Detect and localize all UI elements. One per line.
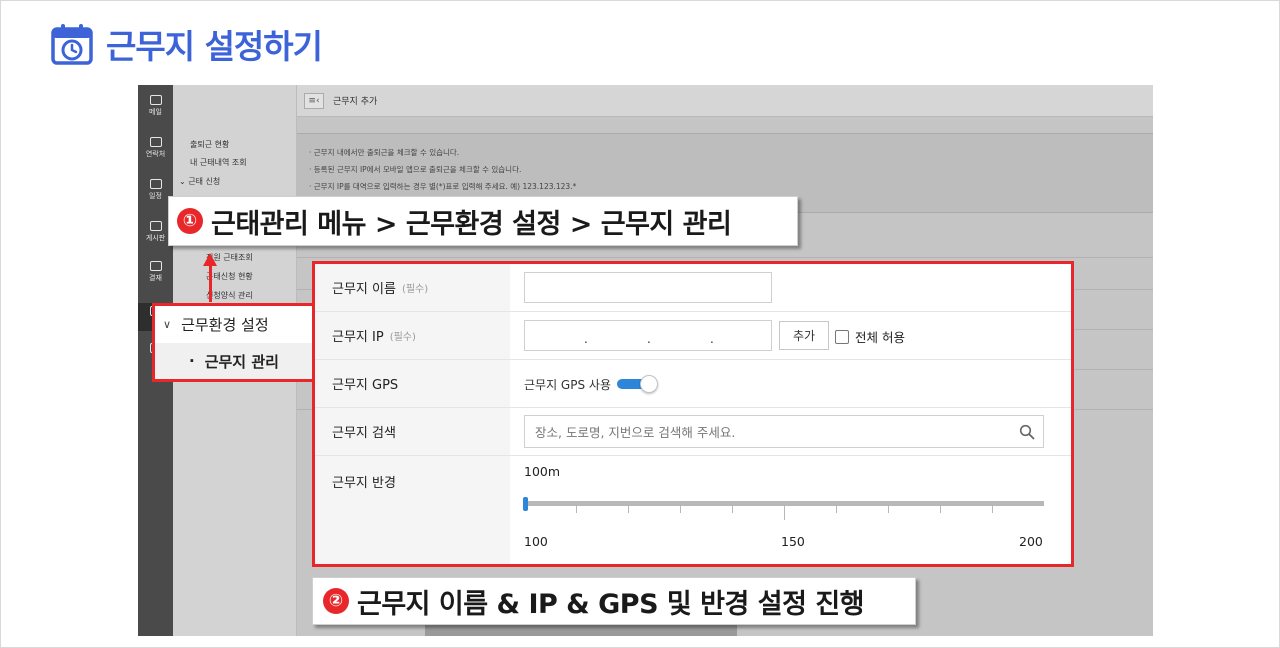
step1-text: 근태관리 메뉴 > 근무환경 설정 > 근무지 관리: [211, 208, 732, 240]
search-icon[interactable]: [1019, 424, 1035, 440]
sidebar-item-attendance-request[interactable]: ⌄ 근태 신청: [179, 176, 220, 187]
radius-slider-handle[interactable]: [523, 497, 528, 511]
slider-tick: [680, 506, 681, 513]
menu-zoom-box: ∨ 근무환경 설정 · 근무지 관리: [152, 303, 316, 382]
page-header: 근무지 설정하기: [50, 20, 323, 68]
app-topbar: ≡‹ 근무지 추가: [297, 85, 1153, 117]
arrow-line: [209, 264, 212, 302]
notice-line: · 근무지 내에서만 출퇴근을 체크할 수 있습니다.: [309, 148, 460, 157]
rail-item-mail[interactable]: 메일: [138, 95, 173, 117]
workplace-name-input[interactable]: [524, 272, 772, 303]
toggle-knob: [639, 375, 658, 393]
menu-item-label: 근무지 관리: [204, 352, 279, 371]
notice-line: · 등록된 근무지 IP에서 모바일 앱으로 출퇴근을 체크할 수 있습니다.: [309, 165, 522, 174]
mail-icon: [149, 95, 162, 105]
search-label: 근무지 검색: [315, 408, 510, 455]
gps-label: 근무지 GPS: [315, 360, 510, 407]
ip-separator: .: [584, 332, 588, 346]
sidebar-item-my-attendance[interactable]: 내 근태내역 조회: [190, 157, 247, 168]
calendar-clock-icon: [51, 24, 93, 65]
slider-tick: [940, 506, 941, 513]
slider-tick: [732, 506, 733, 513]
scale-max-label: 200: [1019, 534, 1043, 549]
gps-toggle-label: 근무지 GPS 사용: [524, 377, 611, 392]
bullet-icon: ·: [189, 352, 195, 370]
slider-tick: [784, 506, 785, 520]
scale-min-label: 100: [524, 534, 548, 549]
gps-toggle-switch[interactable]: [616, 375, 658, 393]
gps-setting: 근무지 GPS 사용: [524, 375, 658, 393]
workplace-settings-form: 근무지 이름 (필수) 근무지 IP (필수) . . . 추가 전체 허용 근: [312, 261, 1074, 567]
form-row-gps: 근무지 GPS 근무지 GPS 사용: [315, 360, 1071, 408]
name-label: 근무지 이름 (필수): [315, 264, 510, 311]
clipboard-icon: [149, 221, 162, 231]
allow-all-checkbox[interactable]: 전체 허용: [835, 327, 905, 346]
slider-tick: [992, 506, 993, 513]
rail-item-contacts[interactable]: 연락처: [138, 137, 173, 159]
rail-item-approval[interactable]: 결재: [138, 261, 173, 283]
ip-label: 근무지 IP (필수): [315, 312, 510, 359]
slider-tick: [836, 506, 837, 513]
search-placeholder: 장소, 도로명, 지번으로 검색해 주세요.: [535, 425, 736, 440]
form-row-radius: 근무지 반경 100m 100 150 200: [315, 456, 1071, 564]
sidebar-item-checkin-status[interactable]: 출퇴근 현황: [190, 139, 229, 150]
ip-separator: .: [647, 332, 651, 346]
notice-line: · 근무지 IP를 대역으로 입력하는 경우 별(*)표로 입력해 주세요. 예…: [309, 182, 577, 191]
page-title: 근무지 설정하기: [106, 27, 323, 66]
topbar-title: 근무지 추가: [333, 97, 378, 107]
form-row-search: 근무지 검색 장소, 도로명, 지번으로 검색해 주세요.: [315, 408, 1071, 456]
step2-number-badge: ②: [323, 588, 349, 614]
step1-callout: ① 근태관리 메뉴 > 근무환경 설정 > 근무지 관리: [168, 196, 798, 246]
menu-group-work-environment[interactable]: ∨ 근무환경 설정: [155, 306, 313, 343]
ip-separator: .: [710, 332, 714, 346]
radius-setting: 100m 100 150 200: [510, 456, 1071, 564]
radius-label: 근무지 반경: [315, 456, 510, 564]
scale-mid-label: 150: [781, 534, 805, 549]
menu-item-workplace-management[interactable]: · 근무지 관리: [155, 343, 313, 379]
add-ip-button[interactable]: 추가: [779, 321, 829, 350]
slider-tick: [628, 506, 629, 513]
step2-text: 근무지 이름 & IP & GPS 및 반경 설정 진행: [357, 588, 865, 620]
chevron-down-icon: ∨: [163, 318, 172, 331]
form-row-ip: 근무지 IP (필수) . . . 추가 전체 허용: [315, 312, 1071, 360]
radius-value: 100m: [524, 464, 561, 479]
slider-tick: [888, 506, 889, 513]
checkbox-icon: [835, 329, 849, 344]
step2-callout: ② 근무지 이름 & IP & GPS 및 반경 설정 진행: [312, 577, 916, 625]
menu-toggle-icon[interactable]: ≡‹: [304, 92, 324, 109]
sidebar-item-request-status[interactable]: 근태신청 현황: [206, 271, 253, 282]
location-search-input[interactable]: 장소, 도로명, 지번으로 검색해 주세요.: [524, 415, 1044, 448]
approval-icon: [149, 261, 162, 271]
workplace-ip-input[interactable]: . . .: [524, 320, 772, 351]
step1-number-badge: ①: [177, 208, 203, 234]
slider-tick: [576, 506, 577, 513]
sidebar-item-form-management[interactable]: 신청양식 관리: [206, 290, 253, 301]
calendar-icon: [149, 179, 162, 189]
form-row-name: 근무지 이름 (필수): [315, 264, 1071, 312]
contact-icon: [149, 137, 162, 147]
menu-group-label: 근무환경 설정: [181, 316, 269, 334]
